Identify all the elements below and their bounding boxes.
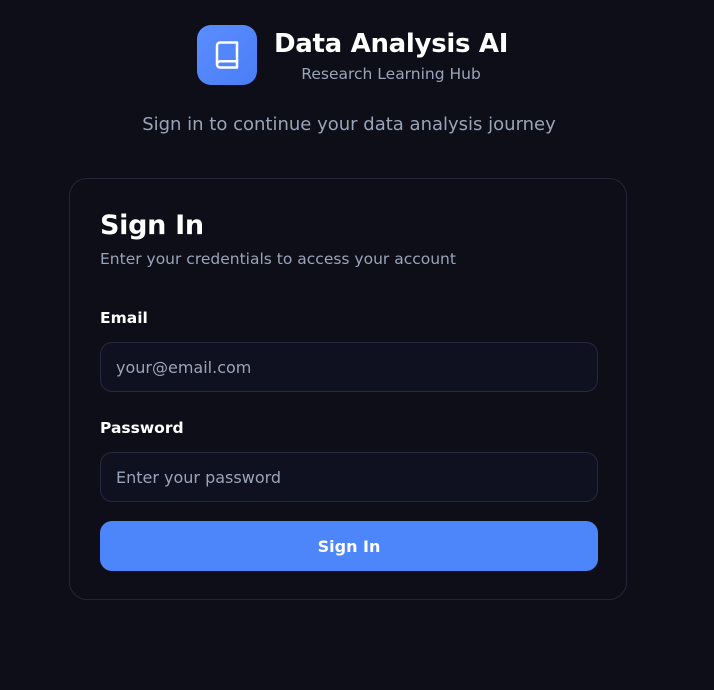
card-title: Sign In	[100, 210, 204, 241]
tagline: Sign in to continue your data analysis j…	[142, 114, 556, 135]
app-subtitle: Research Learning Hub	[301, 65, 481, 83]
brand-text: Data Analysis AI Research Learning Hub	[274, 25, 508, 85]
email-label: Email	[100, 309, 148, 327]
app-logo	[197, 25, 257, 85]
app-title: Data Analysis AI	[274, 29, 509, 59]
sign-in-button[interactable]: Sign In	[100, 521, 598, 571]
email-field[interactable]	[100, 342, 598, 392]
password-field[interactable]	[100, 452, 598, 502]
book-icon	[215, 41, 239, 69]
brand-header: Data Analysis AI Research Learning Hub	[197, 25, 508, 85]
signin-card: Sign In Enter your credentials to access…	[69, 178, 627, 600]
password-label: Password	[100, 419, 184, 437]
card-description: Enter your credentials to access your ac…	[100, 250, 456, 268]
signin-page: Data Analysis AI Research Learning Hub S…	[0, 0, 714, 690]
